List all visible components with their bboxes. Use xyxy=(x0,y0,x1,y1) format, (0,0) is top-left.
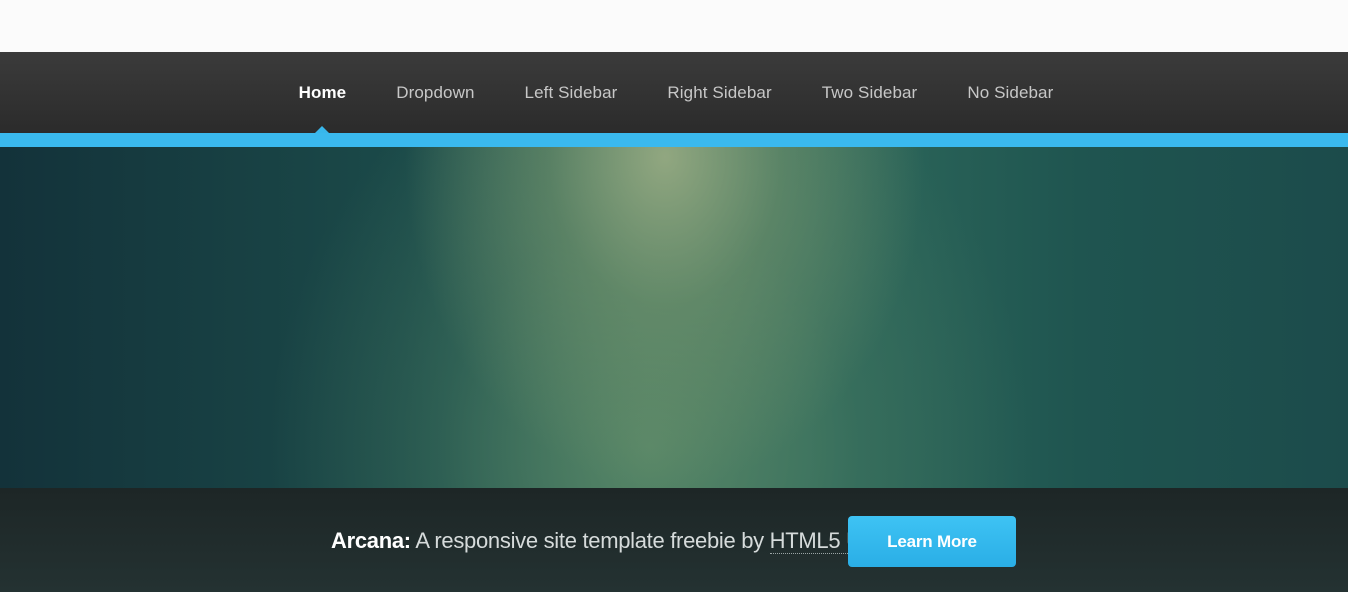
main-navigation: Home Dropdown Left Sidebar Right Sidebar… xyxy=(0,52,1348,133)
nav-list: Home Dropdown Left Sidebar Right Sidebar… xyxy=(0,52,1348,133)
accent-divider xyxy=(0,133,1348,147)
page-top-strip xyxy=(0,0,1348,52)
nav-item-label: Dropdown xyxy=(396,82,475,102)
learn-more-label: Learn More xyxy=(887,531,977,551)
nav-item-label: Two Sidebar xyxy=(821,82,918,102)
nav-item-home[interactable]: Home xyxy=(274,52,372,133)
cta-message: Arcana: A responsive site template freeb… xyxy=(331,528,876,554)
nav-item-left-sidebar[interactable]: Left Sidebar xyxy=(500,52,643,133)
nav-item-label: No Sidebar xyxy=(967,82,1054,102)
nav-item-label: Home xyxy=(298,82,347,102)
nav-item-dropdown[interactable]: Dropdown xyxy=(371,52,499,133)
nav-item-right-sidebar[interactable]: Right Sidebar xyxy=(642,52,796,133)
nav-item-two-sidebar[interactable]: Two Sidebar xyxy=(797,52,943,133)
nav-item-label: Right Sidebar xyxy=(667,82,772,102)
learn-more-button[interactable]: Learn More xyxy=(848,516,1016,567)
nav-item-label: Left Sidebar xyxy=(524,82,618,102)
cta-brand: Arcana: xyxy=(331,528,411,553)
cta-description: A responsive site template freebie by xyxy=(410,528,770,553)
nav-item-no-sidebar[interactable]: No Sidebar xyxy=(942,52,1078,133)
hero-banner-image xyxy=(0,147,1348,488)
